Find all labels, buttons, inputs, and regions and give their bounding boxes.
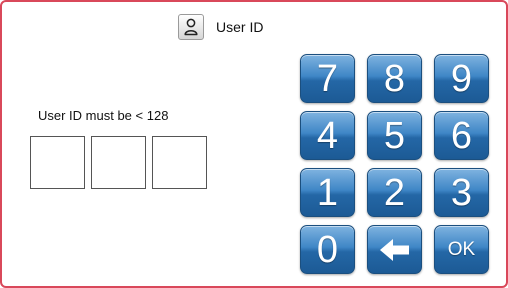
- key-2[interactable]: 2: [367, 168, 422, 217]
- backspace-button[interactable]: [367, 225, 422, 274]
- title-bar: User ID: [178, 12, 263, 42]
- key-9[interactable]: 9: [434, 54, 489, 103]
- key-5[interactable]: 5: [367, 111, 422, 160]
- user-id-hint: User ID must be < 128: [38, 108, 169, 123]
- key-3[interactable]: 3: [434, 168, 489, 217]
- digit-box-3[interactable]: [152, 136, 207, 189]
- user-id-input[interactable]: [30, 136, 207, 189]
- numeric-keypad: 7 8 9 4 5 6 1 2 3 0 OK: [300, 54, 489, 274]
- user-icon: [178, 14, 204, 40]
- key-6[interactable]: 6: [434, 111, 489, 160]
- key-0[interactable]: 0: [300, 225, 355, 274]
- key-8[interactable]: 8: [367, 54, 422, 103]
- page-title: User ID: [216, 19, 264, 35]
- key-7[interactable]: 7: [300, 54, 355, 103]
- digit-box-1[interactable]: [30, 136, 85, 189]
- key-4[interactable]: 4: [300, 111, 355, 160]
- ok-button[interactable]: OK: [434, 225, 489, 274]
- digit-box-2[interactable]: [91, 136, 146, 189]
- user-id-screen: User ID User ID must be < 128 7 8 9 4 5 …: [0, 0, 508, 288]
- backspace-arrow-icon: [378, 237, 412, 263]
- key-1[interactable]: 1: [300, 168, 355, 217]
